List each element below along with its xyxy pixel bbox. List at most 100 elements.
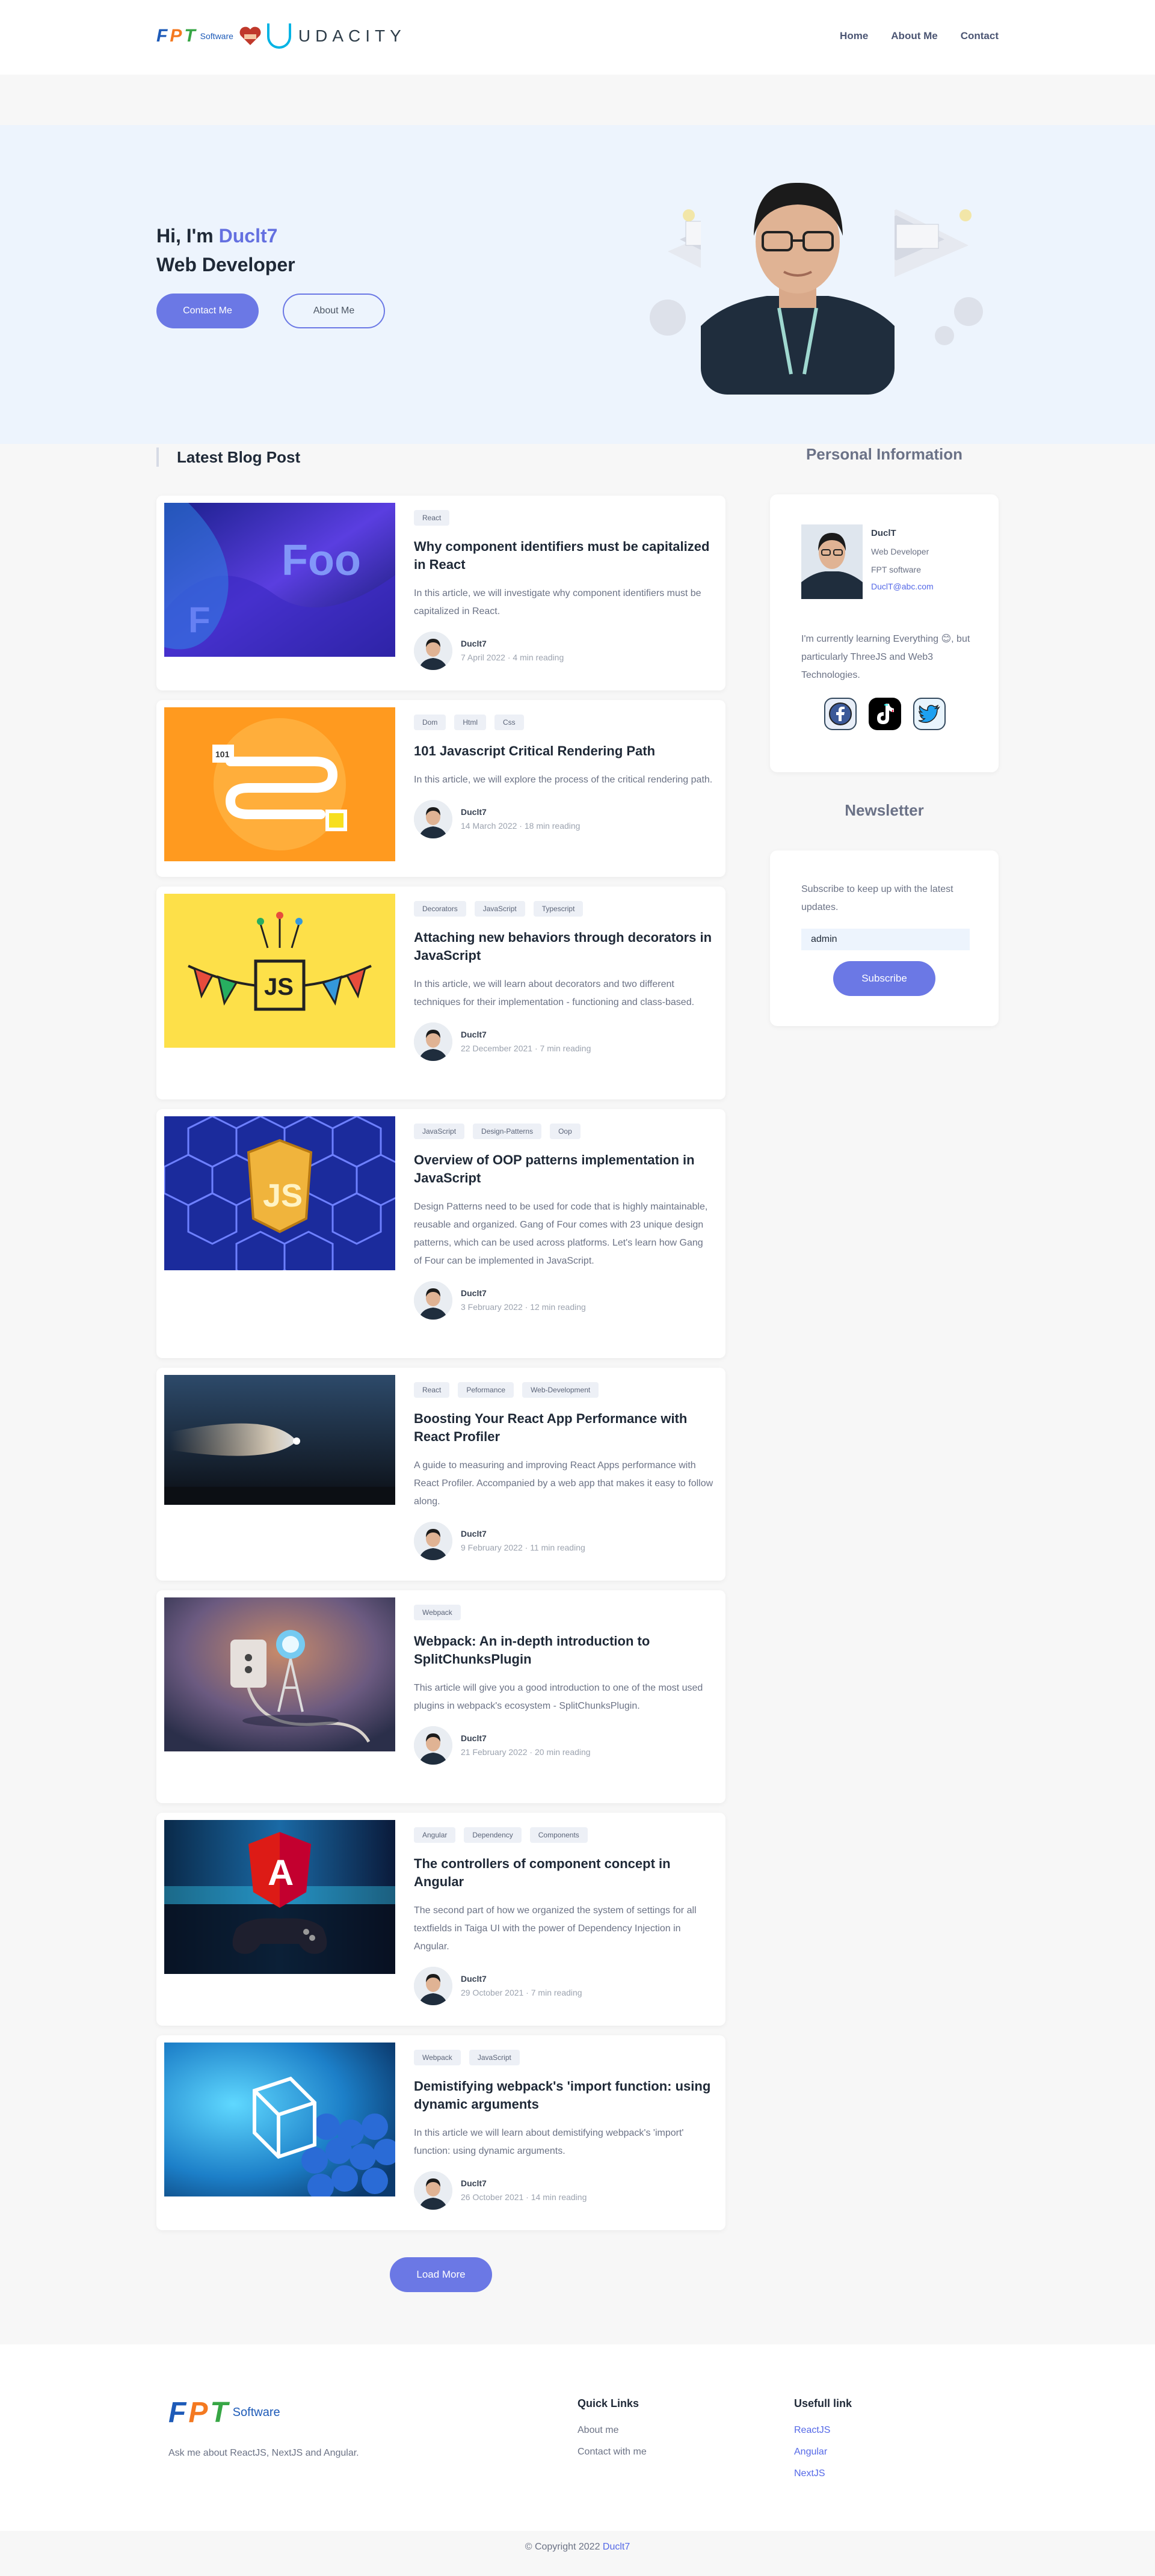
author-name[interactable]: Duclt7 <box>461 1286 586 1300</box>
post-image-caption: 101 <box>215 749 230 759</box>
author-name[interactable]: Duclt7 <box>461 1732 591 1745</box>
nav-about-me[interactable]: About Me <box>891 30 937 42</box>
post-image-profiler <box>164 1375 395 1529</box>
post-image-oop: JS <box>164 1116 395 1270</box>
hero-profile-photo <box>701 170 895 395</box>
site-footer: FPT Software Ask me about ReactJS, NextJ… <box>0 2344 1155 2531</box>
author-name[interactable]: Duclt7 <box>461 805 580 819</box>
blog-card[interactable]: JS Decorators JavaScript Typescript Atta… <box>156 887 725 1099</box>
profile-company: FPT software <box>871 565 921 574</box>
footer-link-about-me[interactable]: About me <box>578 2420 647 2441</box>
post-description: Design Patterns need to be used for code… <box>414 1202 708 1266</box>
blog-card[interactable]: A Angular Dependency Components The cont… <box>156 1813 725 2026</box>
author-name[interactable]: Duclt7 <box>461 637 564 650</box>
post-read-time: 7 min reading <box>531 1988 582 1997</box>
tag-list: Webpack <box>414 1605 713 1620</box>
post-title[interactable]: Overview of OOP patterns implementation … <box>414 1151 713 1187</box>
author-name[interactable]: Duclt7 <box>461 1972 582 1985</box>
tag[interactable]: JavaScript <box>474 901 525 917</box>
author-avatar <box>414 1967 452 2005</box>
post-title[interactable]: 101 Javascript Critical Rendering Path <box>414 742 713 760</box>
nav-contact[interactable]: Contact <box>961 30 999 42</box>
blog-card[interactable]: Webpack JavaScript Demistifying webpack'… <box>156 2035 725 2230</box>
profile-email-link[interactable]: DuclT@abc.com <box>871 582 934 591</box>
load-more-button[interactable]: Load More <box>390 2257 492 2292</box>
tag[interactable]: Web-Development <box>522 1382 599 1398</box>
subscribe-button[interactable]: Subscribe <box>833 961 935 996</box>
personal-info-heading: Personal Information <box>805 445 963 463</box>
tag[interactable]: Oop <box>550 1124 581 1139</box>
post-title[interactable]: Demistifying webpack's 'import function:… <box>414 2077 713 2113</box>
footer-fpt-logo[interactable]: FPT Software <box>168 2396 280 2429</box>
post-read-time: 4 min reading <box>513 653 564 662</box>
main-nav: Home About Me Contact <box>840 30 999 42</box>
card-body: Webpack JavaScript Demistifying webpack'… <box>414 2050 713 2210</box>
tag[interactable]: Decorators <box>414 901 466 917</box>
footer-link-nextjs[interactable]: NextJS <box>794 2463 852 2485</box>
post-image-dynamic-import <box>164 2043 395 2196</box>
post-date: 14 March 2022 <box>461 821 517 831</box>
post-title[interactable]: Why component identifiers must be capita… <box>414 538 713 574</box>
about-me-button[interactable]: About Me <box>283 294 385 328</box>
fpt-software-text: Software <box>200 31 233 41</box>
post-title[interactable]: Boosting Your React App Performance with… <box>414 1410 713 1446</box>
post-image-caption: Foo <box>282 536 361 585</box>
card-body: Webpack Webpack: An in-depth introductio… <box>414 1605 713 1765</box>
brand-logos[interactable]: FPT Software UDACITY <box>156 23 406 49</box>
tag[interactable]: Css <box>494 715 524 730</box>
post-meta: 9 February 2022 · 11 min reading <box>461 1543 585 1552</box>
tag[interactable]: Peformance <box>458 1382 514 1398</box>
blog-card[interactable]: React Peformance Web-Development Boostin… <box>156 1368 725 1581</box>
tag[interactable]: React <box>414 510 450 526</box>
tag[interactable]: Typescript <box>533 901 584 917</box>
fpt-letter-p: P <box>188 2397 208 2429</box>
tag[interactable]: Components <box>529 1827 588 1843</box>
post-image-angular: A <box>164 1820 395 1974</box>
tag-list: React <box>414 510 713 526</box>
copyright-owner-link[interactable]: Duclt7 <box>603 2542 630 2552</box>
tag[interactable]: Html <box>454 715 487 730</box>
tiktok-icon[interactable] <box>869 698 901 730</box>
author-name[interactable]: Duclt7 <box>461 1028 591 1041</box>
post-date: 3 February 2022 <box>461 1302 523 1312</box>
footer-tagline: Ask me about ReactJS, NextJS and Angular… <box>168 2448 359 2458</box>
tag[interactable]: React <box>414 1382 450 1398</box>
tag-list: Angular Dependency Components <box>414 1827 713 1843</box>
post-date: 21 February 2022 <box>461 1747 528 1757</box>
tag[interactable]: JavaScript <box>469 2050 520 2065</box>
tag[interactable]: Angular <box>414 1827 456 1843</box>
tag-list: Webpack JavaScript <box>414 2050 713 2065</box>
author-name[interactable]: Duclt7 <box>461 2177 587 2190</box>
tag-list: Decorators JavaScript Typescript <box>414 901 713 917</box>
facebook-icon[interactable] <box>824 698 857 730</box>
post-read-time: 14 min reading <box>531 2192 587 2202</box>
blog-card[interactable]: 101 Dom Html Css 101 Javascript Critical… <box>156 700 725 877</box>
post-description: The second part of how we organized the … <box>414 1905 697 1952</box>
twitter-icon[interactable] <box>913 698 946 730</box>
blog-card[interactable]: Webpack Webpack: An in-depth introductio… <box>156 1590 725 1803</box>
contact-me-button[interactable]: Contact Me <box>156 294 259 328</box>
blog-card[interactable]: JS JavaScript Design-Patterns Oop Overvi… <box>156 1109 725 1358</box>
newsletter-email-input[interactable] <box>801 929 970 950</box>
post-title[interactable]: The controllers of component concept in … <box>414 1855 713 1891</box>
post-title[interactable]: Webpack: An in-depth introduction to Spl… <box>414 1632 713 1668</box>
post-date: 26 October 2021 <box>461 2192 524 2202</box>
blog-card[interactable]: Foo F React Why component identifiers mu… <box>156 496 725 690</box>
fpt-letter-f: F <box>168 2397 186 2429</box>
footer-link-contact[interactable]: Contact with me <box>578 2441 647 2463</box>
footer-link-reactjs[interactable]: ReactJS <box>794 2420 852 2441</box>
footer-link-angular[interactable]: Angular <box>794 2441 852 2463</box>
author-avatar <box>414 1522 452 1560</box>
nav-home[interactable]: Home <box>840 30 868 42</box>
card-body: Angular Dependency Components The contro… <box>414 1827 713 2005</box>
tag[interactable]: Webpack <box>414 2050 461 2065</box>
tag[interactable]: JavaScript <box>414 1124 465 1139</box>
post-title[interactable]: Attaching new behaviors through decorato… <box>414 929 713 965</box>
tag[interactable]: Dom <box>414 715 446 730</box>
tag[interactable]: Dependency <box>464 1827 522 1843</box>
tag[interactable]: Design-Patterns <box>473 1124 542 1139</box>
fpt-software-text: Software <box>232 2406 280 2419</box>
hero-greeting: Hi, I'm Duclt7 <box>156 221 385 250</box>
author-name[interactable]: Duclt7 <box>461 1527 585 1540</box>
tag[interactable]: Webpack <box>414 1605 461 1620</box>
